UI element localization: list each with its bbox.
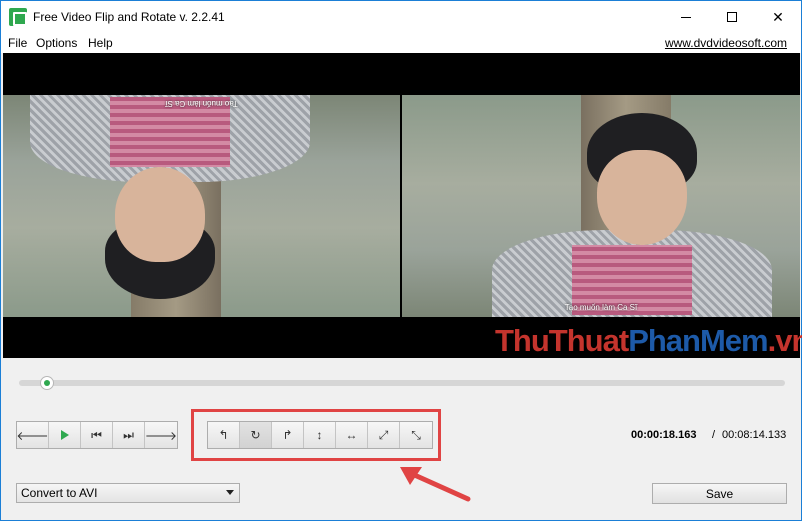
menu-help[interactable]: Help	[88, 36, 113, 50]
play-button[interactable]	[49, 422, 81, 448]
video-frame-image	[402, 95, 800, 317]
menu-bar: File Options Help www.dvdvideosoft.com	[1, 33, 801, 53]
close-button[interactable]: ✕	[755, 1, 801, 33]
maximize-button[interactable]	[709, 1, 755, 33]
window-title: Free Video Flip and Rotate v. 2.2.41	[33, 10, 225, 24]
step-back-button[interactable]: 🡐	[16, 422, 49, 448]
source-preview-frame: Tao muốn làm Ca Sĩ	[402, 95, 800, 317]
video-preview: Tao muốn làm Ca Sĩ Tao muốn làm Ca Sĩ	[3, 53, 800, 358]
title-bar: Free Video Flip and Rotate v. 2.2.41 ✕	[1, 1, 801, 33]
step-forward-button[interactable]: 🡒	[145, 422, 177, 448]
video-subtitle: Tao muốn làm Ca Sĩ	[564, 303, 638, 312]
skip-back-icon: ⏮	[91, 427, 102, 442]
total-duration: 00:08:14.133	[722, 429, 787, 441]
next-button[interactable]: ⏭	[113, 422, 145, 448]
app-window: Free Video Flip and Rotate v. 2.2.41 ✕ F…	[0, 0, 802, 521]
playback-controls: 🡐 ⏮ ⏭ 🡒	[16, 421, 178, 449]
output-preview-frame: Tao muốn làm Ca Sĩ	[3, 95, 400, 317]
output-format-dropdown[interactable]: Convert to AVI	[16, 483, 240, 503]
seek-handle[interactable]	[39, 376, 54, 390]
menu-file[interactable]: File	[8, 36, 27, 50]
maximize-icon	[727, 12, 737, 22]
save-button[interactable]: Save	[652, 483, 787, 504]
chevron-down-icon	[226, 490, 234, 495]
previous-button[interactable]: ⏮	[81, 422, 113, 448]
play-icon	[60, 430, 69, 440]
skip-forward-icon: ⏭	[123, 427, 134, 442]
video-frame-image	[3, 95, 400, 317]
arrow-left-icon: 🡐	[16, 428, 49, 443]
close-icon: ✕	[772, 8, 784, 25]
time-separator: /	[712, 429, 716, 441]
annotation-highlight-box	[191, 409, 441, 461]
arrow-right-icon: 🡒	[144, 428, 178, 443]
watermark: ThuThuatPhanMem.vn	[495, 323, 802, 358]
annotation-arrow	[400, 467, 471, 502]
app-icon	[9, 8, 27, 26]
minimize-icon	[681, 16, 691, 18]
menu-options[interactable]: Options	[36, 36, 77, 50]
seek-bar[interactable]	[19, 380, 785, 386]
output-format-value: Convert to AVI	[21, 486, 98, 500]
video-subtitle: Tao muốn làm Ca Sĩ	[165, 99, 238, 108]
current-time: 00:00:18.163	[631, 429, 697, 441]
minimize-button[interactable]	[663, 1, 709, 33]
website-link[interactable]: www.dvdvideosoft.com	[665, 36, 787, 50]
